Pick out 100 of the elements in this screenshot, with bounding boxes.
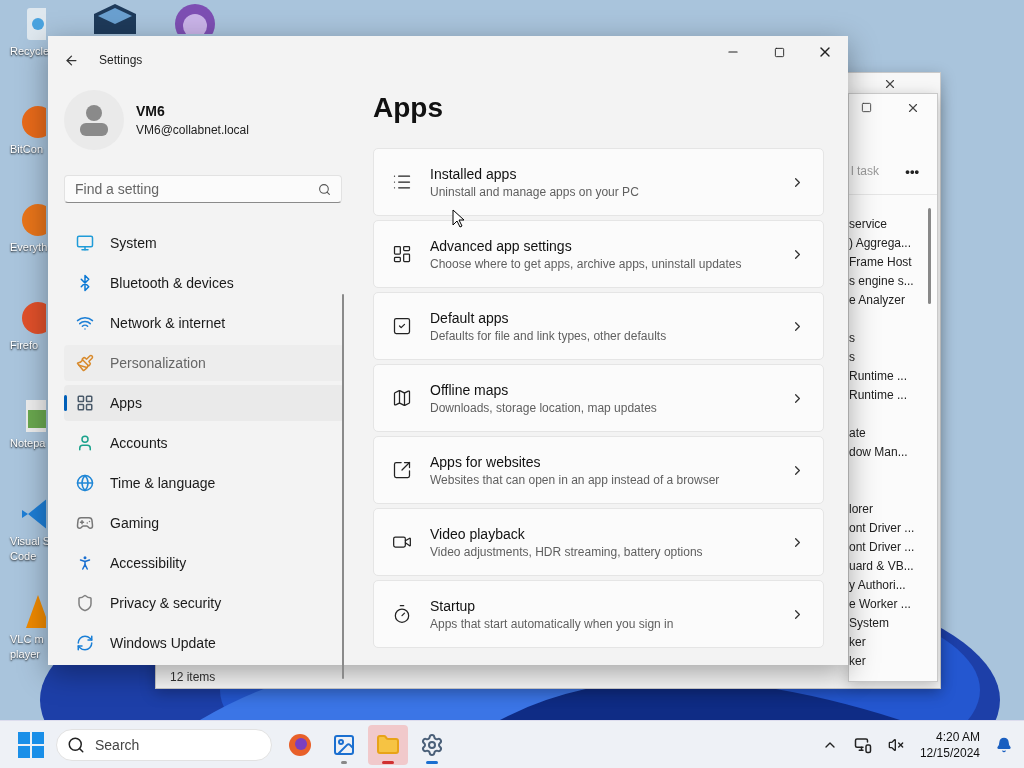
close-icon[interactable] [906,101,920,115]
gamepad-icon [76,514,94,532]
sidebar-item[interactable]: Gaming [64,505,344,541]
network-icon[interactable] [853,735,872,754]
sidebar-item[interactable]: Apps [64,385,344,421]
shield-icon [76,594,94,612]
process-name[interactable]: ont Driver ... [849,538,937,557]
process-name[interactable]: dow Man... [849,443,937,462]
avatar[interactable] [64,89,124,150]
card-title: Startup [430,597,477,614]
process-name[interactable]: ker [849,633,937,652]
settings-card[interactable]: Offline maps Downloads, storage location, map updates [373,364,824,432]
sidebar-item[interactable]: Bluetooth & devices [64,265,344,301]
process-name[interactable]: ate [849,424,937,443]
settings-card[interactable]: Apps for websites Websites that can open in an app instead of a browser [373,436,824,504]
desktop-icon-label: BitCon [9,142,44,157]
process-name[interactable]: s [849,329,937,348]
card-title: Advanced app settings [430,237,573,254]
card-title: Default apps [430,309,510,326]
card-description: Uninstall and manage apps on your PC [430,184,640,199]
profile-email: VM6@collabnet.local [136,122,249,137]
more-button[interactable]: ••• [905,163,919,179]
taskbar-search[interactable]: Search [56,728,272,761]
globe-icon [76,474,94,492]
taskbar-app[interactable] [368,724,408,765]
paintbrush-icon [76,354,94,372]
person-icon [76,434,94,452]
profile-name: VM6 [136,102,166,119]
status-text: 12 items [170,670,216,684]
clock[interactable]: 4:20 AM 12/15/2024 [919,728,980,761]
sidebar-item[interactable]: Accounts [64,425,344,461]
card-title: Apps for websites [430,453,542,470]
process-name[interactable]: Frame Host [849,253,937,272]
card-description: Video adjustments, HDR streaming, battery options [430,544,704,559]
card-description: Choose where to get apps, archive apps, uninstall updates [430,256,743,271]
page-title: Apps [373,92,444,124]
process-name[interactable]: y Authori... [849,576,937,595]
back-icon[interactable] [64,52,79,68]
start-icon[interactable] [18,731,44,758]
sidebar-item[interactable]: Windows Update [64,625,344,661]
refresh-icon [76,634,94,652]
process-name[interactable]: ker [849,652,937,671]
process-name[interactable]: e Worker ... [849,595,937,614]
wifi-icon [76,314,94,332]
process-name[interactable]: ) Aggrega... [849,234,937,253]
desktop-icon-label: Everyth [9,240,48,255]
process-name[interactable]: uard & VB... [849,557,937,576]
sidebar-item[interactable]: System [64,225,344,261]
timer-icon [392,604,412,624]
settings-card[interactable]: Startup Apps that start automatically when you sign in [373,580,824,648]
process-name[interactable]: s [849,348,937,367]
image-icon [332,732,356,757]
settings-card[interactable]: Installed apps Uninstall and manage apps on your PC [373,148,824,216]
window-title: Settings [99,53,143,67]
folder-icon [376,732,400,757]
sidebar-item[interactable]: Personalization [64,345,344,381]
settings-card[interactable]: Advanced app settings Choose where to get apps, archive apps, uninstall updates [373,220,824,288]
process-name[interactable]: e Analyzer [849,291,937,310]
pointer-icon [452,209,465,228]
apps-grid-icon [76,394,94,412]
desktop-icon-label: VLC m [9,632,44,647]
card-description: Websites that can open in an app instead of a browser [430,472,721,487]
settings-icon [420,732,444,757]
external-link-icon [392,460,412,480]
check-window-icon [392,316,412,336]
sidebar-item[interactable]: Privacy & security [64,585,344,621]
settings-card[interactable]: Default apps Defaults for file and link types, other defaults [373,292,824,360]
card-description: Apps that start automatically when you sign in [430,616,675,631]
desktop-icon-label: Code [9,549,37,564]
process-name[interactable]: Runtime ... [849,367,937,386]
card-description: Defaults for file and link types, other defaults [430,328,668,343]
muted-speaker-icon[interactable] [887,736,904,753]
sidebar-item[interactable]: Accessibility [64,545,344,581]
search-field[interactable]: Find a setting [75,176,318,202]
sidebar-item[interactable]: Time & language [64,465,344,501]
scrollbar[interactable] [342,294,344,679]
close-icon[interactable] [883,77,897,91]
process-name[interactable]: System [849,614,937,633]
process-name[interactable]: Runtime ... [849,386,937,405]
search-icon[interactable] [318,182,331,196]
desktop-icon-label: player [9,647,40,662]
map-icon [392,388,412,408]
search-box[interactable]: Find a setting [64,175,342,203]
process-name[interactable]: ont Driver ... [849,519,937,538]
settings-card[interactable]: Video playback Video adjustments, HDR streaming, battery options [373,508,824,576]
process-name[interactable]: s engine s... [849,272,937,291]
card-title: Installed apps [430,165,518,182]
search-icon [67,735,85,754]
card-description: Downloads, storage location, map updates [430,400,658,415]
card-title: Video playback [430,525,526,542]
scrollbar[interactable] [928,208,931,304]
bell-icon[interactable] [996,736,1012,753]
card-title: Offline maps [430,381,510,398]
process-name[interactable]: service [849,215,937,234]
process-name[interactable]: lorer [849,500,937,519]
sidebar-item[interactable]: Network & internet [64,305,344,341]
monitor-icon [76,234,94,252]
maximize-icon[interactable] [861,102,872,113]
desktop-icon-label: Recycle [9,44,50,59]
dashboard-icon [392,244,412,264]
